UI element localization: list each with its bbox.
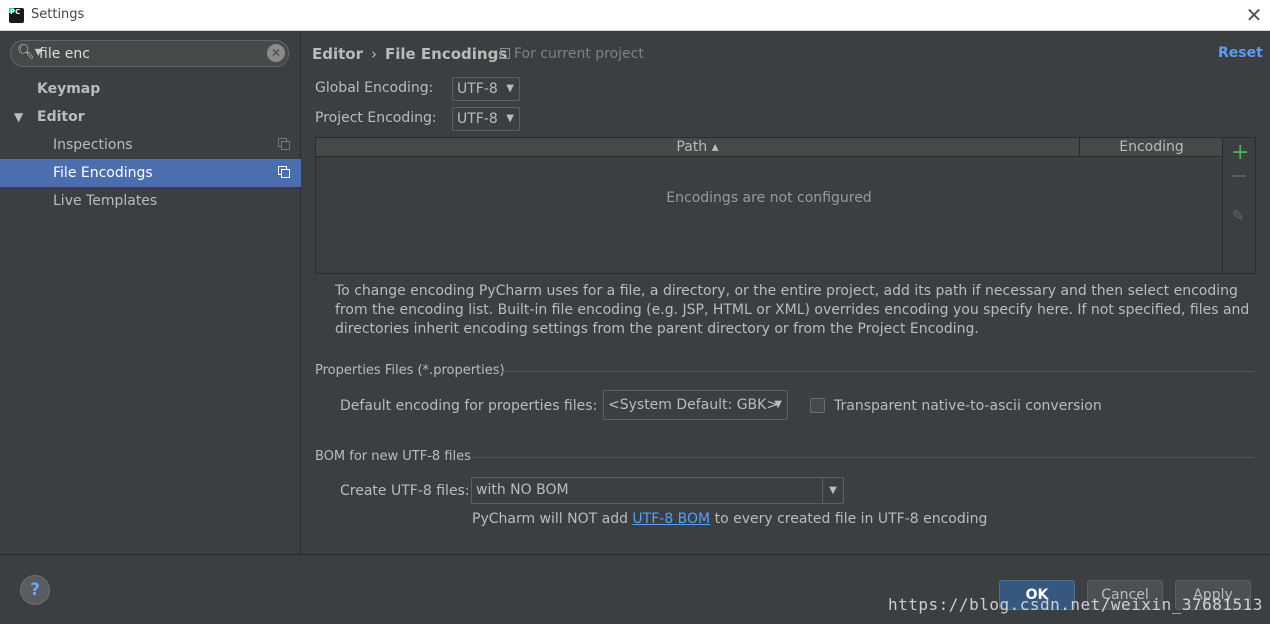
- project-scope-icon: [278, 138, 291, 151]
- add-icon[interactable]: +: [1231, 142, 1249, 164]
- sidebar-item-live-templates[interactable]: Live Templates: [0, 187, 301, 215]
- breadcrumb: Editor › File Encodings: [312, 45, 507, 63]
- ok-button[interactable]: OK: [999, 580, 1075, 610]
- sidebar-item-file-encodings[interactable]: File Encodings: [0, 159, 301, 187]
- close-icon[interactable]: ✕: [1242, 3, 1266, 27]
- bom-section-title: BOM for new UTF-8 files: [315, 449, 471, 464]
- properties-section-title: Properties Files (*.properties): [315, 363, 505, 378]
- search-input[interactable]: [39, 44, 259, 63]
- sidebar-item-label: Editor: [37, 109, 85, 125]
- scope-indicator: For current project: [500, 46, 644, 62]
- column-header-path[interactable]: Path ▴: [316, 138, 1080, 157]
- section-divider: [473, 457, 1254, 458]
- sidebar-item-label: Live Templates: [53, 193, 158, 209]
- scope-label: For current project: [514, 46, 644, 62]
- breadcrumb-current: File Encodings: [385, 45, 508, 63]
- chevron-down-icon: ▼: [774, 399, 782, 410]
- chevron-down-icon: ▼: [506, 113, 514, 124]
- project-encoding-value: UTF-8: [457, 111, 498, 127]
- properties-encoding-label: Default encoding for properties files:: [340, 398, 598, 414]
- path-encoding-table[interactable]: Path ▴ Encoding Encodings are not config…: [315, 137, 1256, 274]
- project-scope-icon: [500, 48, 510, 59]
- bom-note-prefix: PyCharm will NOT add: [472, 511, 633, 527]
- remove-icon[interactable]: [1231, 175, 1246, 177]
- bom-note: PyCharm will NOT add UTF-8 BOM to every …: [472, 511, 987, 527]
- create-utf8-label: Create UTF-8 files:: [340, 483, 470, 499]
- help-icon[interactable]: ?: [20, 575, 50, 605]
- breadcrumb-parent: Editor: [312, 45, 363, 63]
- apply-button[interactable]: Apply: [1175, 580, 1251, 610]
- edit-icon[interactable]: ✎: [1232, 207, 1245, 225]
- encoding-help-text: To change encoding PyCharm uses for a fi…: [335, 283, 1250, 337]
- project-scope-icon: [278, 166, 291, 179]
- settings-content: Editor › File Encodings For current projec…: [302, 32, 1270, 554]
- properties-encoding-select[interactable]: <System Default: GBK> ▼: [603, 390, 788, 420]
- create-utf8-value: with NO BOM: [476, 482, 569, 498]
- table-header: Path ▴ Encoding: [316, 138, 1222, 157]
- dialog-footer: ? OK Cancel Apply https://blog.csdn.net/…: [0, 554, 1270, 624]
- reset-link[interactable]: Reset: [1218, 45, 1263, 61]
- transparent-conversion-label: Transparent native-to-ascii conversion: [834, 398, 1102, 414]
- chevron-down-icon: ▼: [822, 478, 843, 503]
- cancel-button[interactable]: Cancel: [1087, 580, 1163, 610]
- column-header-encoding[interactable]: Encoding: [1081, 138, 1222, 157]
- properties-encoding-value: <System Default: GBK>: [608, 397, 779, 413]
- sidebar-item-label: File Encodings: [53, 165, 153, 181]
- global-encoding-label: Global Encoding:: [315, 80, 434, 96]
- create-utf8-select[interactable]: with NO BOM ▼: [471, 477, 844, 504]
- sidebar-item-label: Keymap: [37, 81, 101, 97]
- transparent-conversion-checkbox[interactable]: [810, 398, 825, 413]
- global-encoding-value: UTF-8: [457, 81, 498, 97]
- title-bar: PC Settings ✕: [0, 0, 1270, 31]
- project-encoding-label: Project Encoding:: [315, 110, 437, 126]
- pycharm-app-icon: PC: [9, 8, 24, 23]
- bom-note-suffix: to every created file in UTF-8 encoding: [710, 511, 988, 527]
- settings-search-box[interactable]: 🔍︎▾ ✕: [10, 40, 289, 67]
- section-divider: [498, 371, 1254, 372]
- project-encoding-select[interactable]: UTF-8 ▼: [452, 107, 520, 131]
- sidebar-item-label: Inspections: [53, 137, 133, 153]
- global-encoding-select[interactable]: UTF-8 ▼: [452, 77, 520, 101]
- window-title: Settings: [31, 7, 85, 22]
- breadcrumb-separator: ›: [371, 45, 377, 63]
- chevron-down-icon: ▼: [506, 83, 514, 94]
- table-empty-text: Encodings are not configured: [666, 190, 872, 206]
- table-toolbar: + ✎: [1222, 138, 1255, 273]
- utf8-bom-link[interactable]: UTF-8 BOM: [632, 511, 710, 527]
- expand-arrow-icon[interactable]: ▼: [14, 103, 23, 131]
- clear-icon[interactable]: ✕: [267, 44, 285, 62]
- settings-sidebar: 🔍︎▾ ✕ Keymap ▼ Editor Inspections File E…: [0, 32, 301, 554]
- sidebar-item-editor[interactable]: ▼ Editor: [0, 103, 301, 131]
- sidebar-item-inspections[interactable]: Inspections: [0, 131, 301, 159]
- sidebar-item-keymap[interactable]: Keymap: [0, 75, 301, 103]
